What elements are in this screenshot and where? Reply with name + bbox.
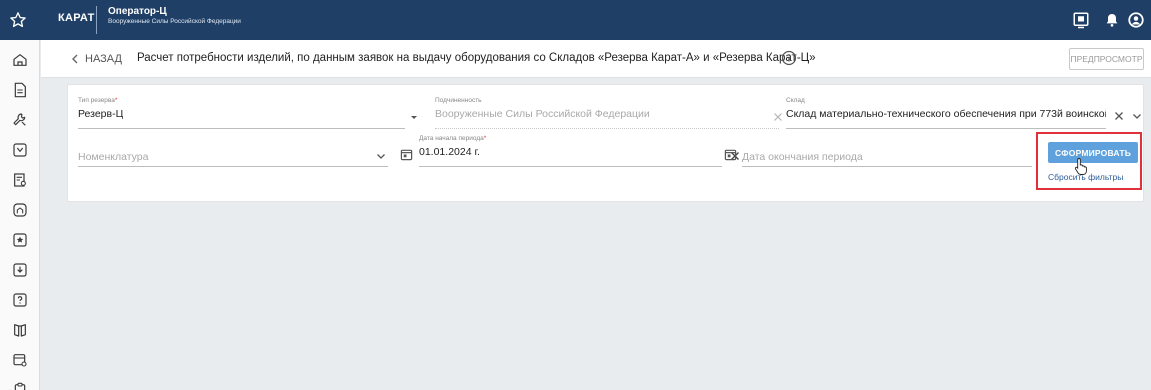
card-icon[interactable] bbox=[8, 348, 32, 372]
home-icon[interactable] bbox=[8, 48, 32, 72]
brand-logo[interactable]: КАРАТ bbox=[58, 12, 95, 24]
sidebar bbox=[0, 40, 40, 390]
caret-down-icon[interactable] bbox=[407, 110, 421, 124]
header-divider bbox=[96, 6, 97, 34]
subordination-value: Вооруженные Силы Российской Федерации bbox=[435, 108, 650, 120]
calendar-icon[interactable] bbox=[400, 148, 413, 161]
warehouse-label: Склад bbox=[786, 97, 805, 104]
download-box-icon[interactable] bbox=[8, 258, 32, 282]
nomenclature-select[interactable]: Номенклатура bbox=[78, 135, 388, 167]
calendar-icon[interactable] bbox=[724, 148, 737, 161]
clipboard-icon[interactable] bbox=[8, 378, 32, 390]
hand-cursor-icon bbox=[1074, 158, 1087, 175]
reserve-type-value: Резерв-Ц bbox=[78, 108, 124, 120]
period-start-value: 01.01.2024 г. bbox=[419, 146, 480, 158]
clear-x-icon[interactable] bbox=[1112, 109, 1126, 123]
app-header: КАРАТ Оператор-Ц Вооруженные Силы Россий… bbox=[0, 0, 1151, 40]
star-badge-icon[interactable] bbox=[8, 228, 32, 252]
document-icon[interactable] bbox=[8, 78, 32, 102]
page-toolbar: НАЗАД Расчет потребности изделий, по дан… bbox=[41, 40, 1151, 78]
period-start-label: Дата начала периода* bbox=[419, 135, 487, 142]
back-label: НАЗАД bbox=[85, 53, 122, 65]
reserve-type-label: Тип резерва* bbox=[78, 97, 118, 104]
org-selector[interactable]: Оператор-Ц Вооруженные Силы Российской Ф… bbox=[108, 6, 241, 25]
favorites-star-icon[interactable] bbox=[0, 0, 36, 40]
period-start-date-field[interactable]: Дата начала периода* 01.01.2024 г. bbox=[419, 135, 739, 167]
report-icon[interactable] bbox=[8, 168, 32, 192]
monitor-icon[interactable] bbox=[1069, 8, 1093, 32]
org-subtitle: Вооруженные Силы Российской Федерации bbox=[108, 18, 241, 25]
org-title: Оператор-Ц bbox=[108, 6, 167, 17]
period-end-date-field[interactable]: Дата окончания периода bbox=[742, 135, 1032, 167]
warehouse-icon[interactable] bbox=[8, 198, 32, 222]
preview-button[interactable]: ПРЕДПРОСМОТР bbox=[1069, 48, 1144, 70]
generate-report-button[interactable]: СФОРМИРОВАТЬ bbox=[1048, 142, 1138, 163]
book-icon[interactable] bbox=[8, 318, 32, 342]
help-icon[interactable] bbox=[8, 288, 32, 312]
clear-x-icon bbox=[774, 113, 782, 121]
reserve-type-select[interactable]: Тип резерва* Резерв-Ц bbox=[78, 97, 417, 129]
gauge-icon[interactable] bbox=[8, 138, 32, 162]
user-account-icon[interactable] bbox=[1124, 8, 1148, 32]
bell-icon[interactable] bbox=[1100, 8, 1124, 32]
page-title: Расчет потребности изделий, по данным за… bbox=[137, 52, 816, 64]
nomenclature-placeholder: Номенклатура bbox=[78, 151, 149, 163]
subordination-label: Подчиненность bbox=[435, 97, 482, 104]
wrench-icon[interactable] bbox=[8, 108, 32, 132]
chevron-down-icon[interactable] bbox=[374, 149, 388, 163]
chevron-down-icon[interactable] bbox=[1130, 109, 1144, 123]
info-icon[interactable] bbox=[781, 50, 797, 66]
filter-panel: Тип резерва* Резерв-Ц Подчиненность Воор… bbox=[67, 84, 1144, 202]
back-button[interactable]: НАЗАД bbox=[71, 53, 122, 65]
warehouse-select[interactable]: Склад Склад материально-технического обе… bbox=[786, 97, 1141, 129]
chevron-left-icon bbox=[72, 54, 78, 64]
period-end-placeholder: Дата окончания периода bbox=[742, 151, 863, 163]
subordination-field: Подчиненность Вооруженные Силы Российско… bbox=[435, 97, 782, 129]
warehouse-value: Склад материально-технического обеспечен… bbox=[786, 108, 1106, 120]
